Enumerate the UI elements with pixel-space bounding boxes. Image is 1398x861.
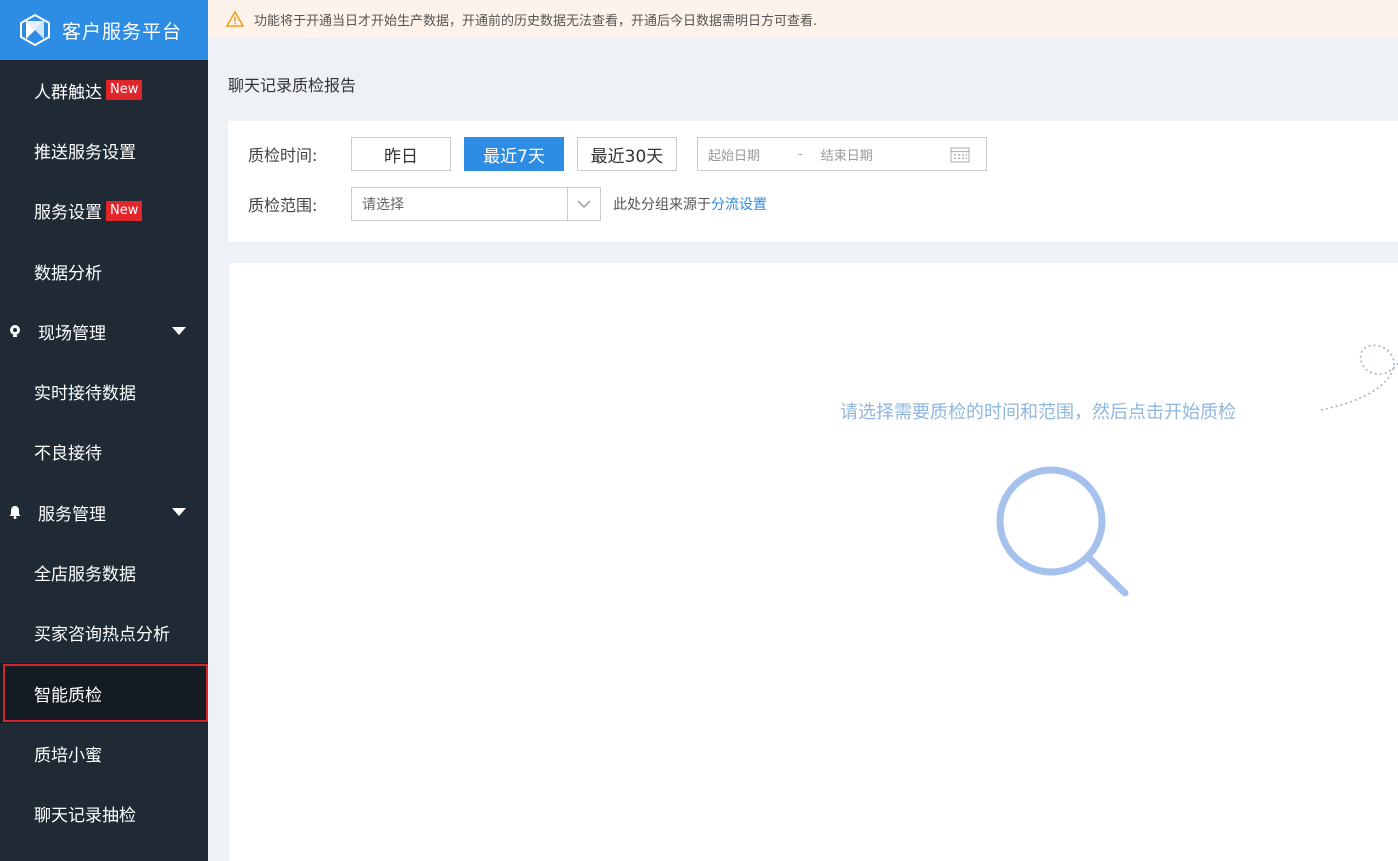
chevron-down-icon [172,508,186,517]
sidebar: 客户服务平台 人群触达 New 推送服务设置 服务设置 New 数据分析 现场管… [0,0,208,861]
sidebar-item-chat-sampling[interactable]: 聊天记录抽检 [0,784,208,844]
sidebar-item-quality-training-assistant[interactable]: 质培小蜜 [0,723,208,783]
sidebar-item-label: 实时接待数据 [34,384,136,405]
location-icon [10,325,20,338]
chevron-down-icon [577,200,591,208]
date-range-picker[interactable]: 起始日期 - 结束日期 [697,137,987,171]
sidebar-item-label: 现场管理 [38,323,106,344]
time-filter-row: 质检时间: 昨日 最近7天 最近30天 起始日期 - 结束日期 [248,137,987,171]
chevron-down-icon [172,327,186,336]
sidebar-group-service-management[interactable]: 服务管理 [0,482,208,542]
yesterday-button[interactable]: 昨日 [351,137,451,171]
sidebar-item-label: 质培小蜜 [34,745,102,766]
scope-select[interactable]: 请选择 [351,187,601,221]
sidebar-item-label: 不良接待 [34,444,102,465]
sidebar-item-label: 数据分析 [34,263,102,284]
scope-filter-row: 质检范围: 请选择 此处分组来源于分流设置 [248,187,767,221]
report-content-area: 请选择需要质检的时间和范围，然后点击开始质检 [229,263,1398,861]
sidebar-item-label: 全店服务数据 [34,565,136,586]
scope-select-placeholder: 请选择 [362,197,404,213]
sidebar-item-data-analysis[interactable]: 数据分析 [0,241,208,301]
end-date-input[interactable]: 结束日期 [821,145,873,164]
new-badge: New [106,80,143,101]
calendar-icon[interactable] [950,146,970,163]
last-30-days-button[interactable]: 最近30天 [577,137,677,171]
sidebar-item-label: 智能质检 [34,685,102,706]
sidebar-item-label: 服务设置 [34,203,102,224]
notice-bar: 功能将于开通当日才开始生产数据，开通前的历史数据无法查看，开通后今日数据需明日方… [208,0,1398,38]
warning-icon [226,11,244,27]
sidebar-item-label: 服务管理 [38,504,106,525]
scope-hint-text: 此处分组来源于 [613,197,711,213]
sidebar-group-onsite-management[interactable]: 现场管理 [0,301,208,361]
empty-state-text: 请选择需要质检的时间和范围，然后点击开始质检 [840,402,1236,423]
bell-icon [9,506,21,520]
time-label: 质检时间: [248,146,318,165]
filter-panel: 质检时间: 昨日 最近7天 最近30天 起始日期 - 结束日期 质检范围: 请选… [228,121,1398,242]
magnifier-illustration-icon [996,466,1129,597]
new-badge: New [106,200,143,221]
scope-hint: 此处分组来源于分流设置 [613,194,767,214]
sidebar-item-realtime-reception[interactable]: 实时接待数据 [0,361,208,421]
sidebar-item-crowd-reach[interactable]: 人群触达 New [0,60,208,120]
sidebar-item-label: 买家咨询热点分析 [34,625,170,646]
brand-header[interactable]: 客户服务平台 [0,0,208,60]
traffic-split-settings-link[interactable]: 分流设置 [711,197,767,213]
sidebar-nav: 人群触达 New 推送服务设置 服务设置 New 数据分析 现场管理 实时接待数… [0,60,208,844]
sidebar-item-store-service-data[interactable]: 全店服务数据 [0,542,208,602]
sidebar-item-push-settings[interactable]: 推送服务设置 [0,120,208,180]
sidebar-item-smart-quality-check[interactable]: 智能质检 [0,662,208,724]
sidebar-item-label: 推送服务设置 [34,142,136,163]
sidebar-item-bad-reception[interactable]: 不良接待 [0,422,208,482]
start-date-input[interactable]: 起始日期 [708,145,760,164]
notice-text: 功能将于开通当日才开始生产数据，开通前的历史数据无法查看，开通后今日数据需明日方… [254,13,818,29]
scope-label: 质检范围: [248,196,318,215]
page-title: 聊天记录质检报告 [228,76,357,95]
date-separator: - [798,146,803,162]
dashed-curve-decoration-icon [1320,344,1398,411]
brand-title: 客户服务平台 [62,20,183,43]
sidebar-item-service-settings[interactable]: 服务设置 New [0,181,208,241]
platform-logo-icon [20,13,50,47]
sidebar-item-buyer-hotspot-analysis[interactable]: 买家咨询热点分析 [0,603,208,663]
last-7-days-button[interactable]: 最近7天 [464,137,564,171]
sidebar-item-label: 聊天记录抽检 [34,806,136,827]
sidebar-item-label: 人群触达 [34,82,102,103]
select-arrow[interactable] [567,188,600,220]
